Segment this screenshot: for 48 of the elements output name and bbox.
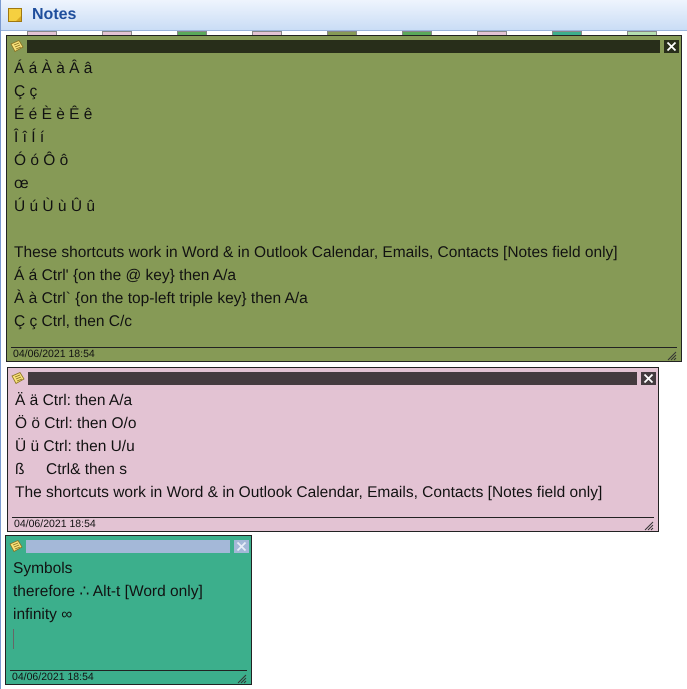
note-icon bbox=[9, 540, 23, 552]
note-text-line: Ä ä Ctrl: then A/a bbox=[15, 391, 134, 411]
note-text-line: Á á À à Â â bbox=[14, 58, 94, 79]
note-text-line: Ö ö Ctrl: then O/o bbox=[15, 414, 138, 434]
note-date: 04/06/2021 18:54 bbox=[11, 671, 94, 684]
resize-grip-icon[interactable] bbox=[643, 520, 654, 531]
sticky-note[interactable]: Ä ä Ctrl: then A/a Ö ö Ctrl: then O/o Ü ü Ctrl: then U/u ß Ctrl& then s The shortcuts work in Word & in Outlook Calendar, Emails, Contacts [Notes field only] 04/06/2021 18:54 bbox=[7, 367, 659, 532]
note-icon bbox=[8, 8, 22, 22]
stacked-note-tab[interactable] bbox=[552, 31, 582, 35]
stacked-note-tab[interactable] bbox=[627, 31, 657, 35]
note-text-line: infinity ∞ bbox=[13, 605, 74, 625]
stacked-note-tab[interactable] bbox=[27, 31, 57, 35]
note-icon bbox=[11, 372, 25, 384]
note-date: 04/06/2021 18:54 bbox=[12, 348, 95, 361]
note-text-line: À à Ctrl` {on the top-left triple key} then A/a bbox=[14, 288, 309, 309]
close-button[interactable] bbox=[641, 372, 656, 384]
note-text-line: Á á Ctrl' {on the @ key} then A/a bbox=[14, 266, 238, 286]
stacked-note-tab[interactable] bbox=[252, 31, 282, 35]
close-icon bbox=[236, 540, 247, 552]
note-text-line: Ç ç Ctrl, then C/c bbox=[14, 312, 133, 332]
note-text-line: Ç ç bbox=[14, 82, 38, 102]
note-text-line: É é È è Ê ê bbox=[14, 104, 94, 125]
note-text-line: These shortcuts work in Word & in Outlook Calendar, Emails, Contacts [Notes field only] bbox=[14, 243, 619, 263]
note-title-bar[interactable] bbox=[28, 372, 637, 384]
note-title-bar[interactable] bbox=[27, 40, 660, 52]
note-icon bbox=[10, 40, 24, 52]
note-text-line: Ú ú Ù ù Û û bbox=[14, 196, 96, 217]
stacked-note-tab[interactable] bbox=[477, 31, 507, 35]
close-icon bbox=[643, 372, 654, 384]
note-date: 04/06/2021 18:54 bbox=[13, 518, 96, 531]
note-text-line: Ó ó Ô ô bbox=[14, 150, 70, 171]
note-text-line: Î î Í í bbox=[14, 128, 46, 148]
stacked-note-tab[interactable] bbox=[402, 31, 432, 35]
window-title: Notes bbox=[32, 6, 76, 24]
sticky-note[interactable]: Symbols therefore ∴ Alt-t [Word only] infinity ∞ 04/06/2021 18:54 bbox=[5, 535, 252, 685]
stacked-note-tab[interactable] bbox=[102, 31, 132, 35]
resize-grip-icon[interactable] bbox=[236, 673, 247, 684]
note-text-line: Symbols bbox=[13, 559, 74, 579]
note-text-line: œ bbox=[14, 174, 30, 194]
resize-grip-icon[interactable] bbox=[666, 350, 677, 361]
close-button[interactable] bbox=[664, 40, 679, 52]
stacked-note-tab[interactable] bbox=[177, 31, 207, 35]
sticky-note[interactable] bbox=[6, 35, 682, 362]
note-text-line: therefore ∴ Alt-t [Word only] bbox=[13, 582, 204, 602]
note-text-line: The shortcuts work in Word & in Outlook Calendar, Emails, Contacts [Notes field only] bbox=[15, 483, 604, 503]
note-text-line: ß Ctrl& then s bbox=[15, 460, 128, 480]
note-text-line: Ü ü Ctrl: then U/u bbox=[15, 437, 136, 457]
close-icon bbox=[666, 40, 677, 52]
